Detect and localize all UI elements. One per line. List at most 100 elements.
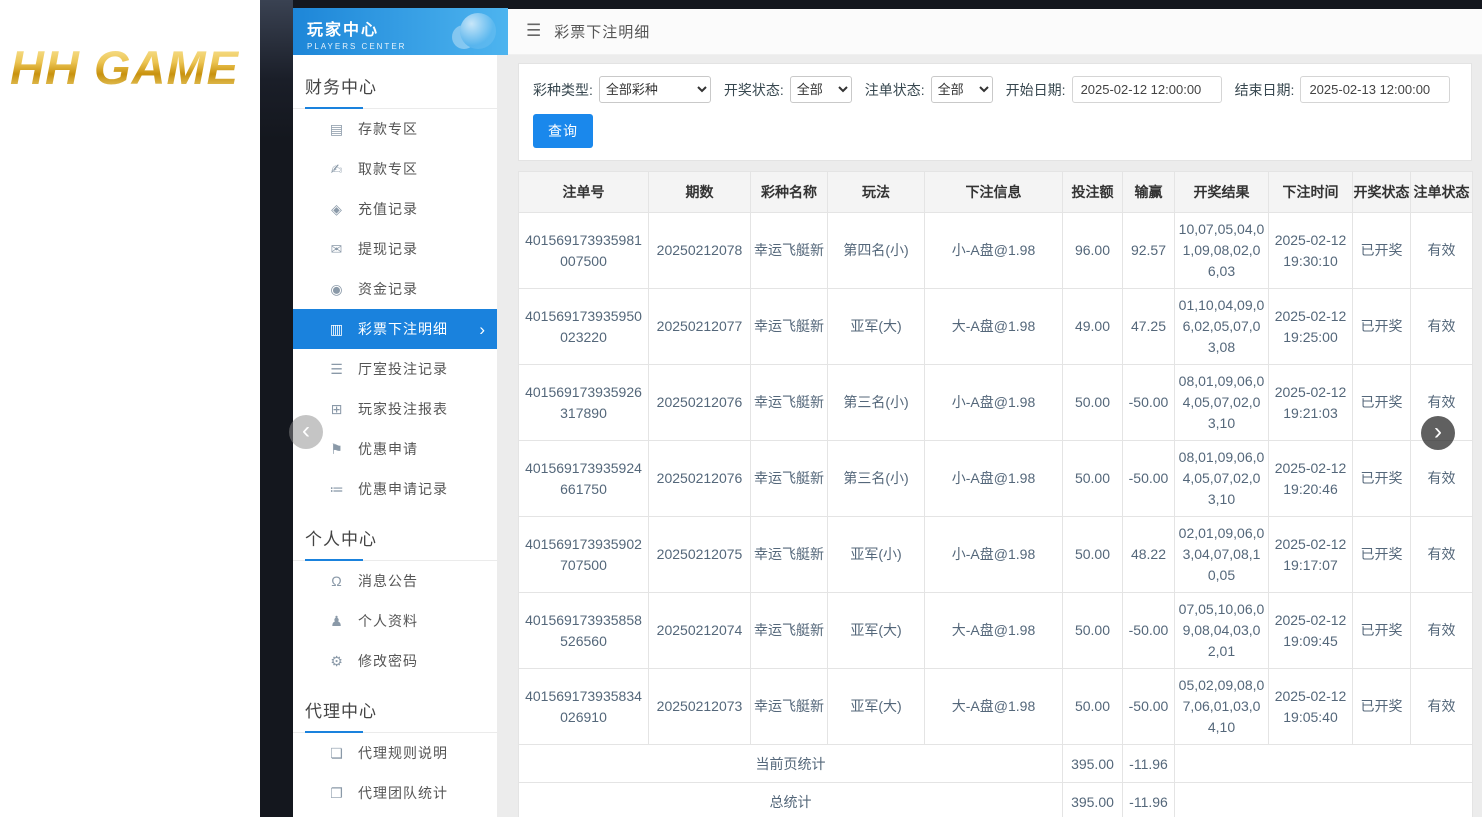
start-date-label: 开始日期: (1006, 80, 1066, 100)
sidebar-item-label: 消息公告 (358, 571, 418, 591)
sidebar-item-change-password[interactable]: ⚙修改密码 (293, 641, 497, 681)
table-cell: 2025-02-12 19:09:45 (1269, 593, 1353, 669)
section-heading: 个人中心 (293, 523, 497, 561)
sidebar-item-funds-records[interactable]: ◉资金记录 (293, 269, 497, 309)
end-date-label: 结束日期: (1235, 80, 1295, 100)
table-cell: 已开奖 (1353, 669, 1411, 745)
table-cell: 亚军(小) (828, 517, 925, 593)
report-icon: ❐ (328, 785, 345, 802)
table-cell: -50.00 (1123, 593, 1175, 669)
withdraw-icon: ✍ (328, 161, 345, 178)
table-cell: 小-A盘@1.98 (925, 365, 1063, 441)
sidebar-item-deposit-zone[interactable]: ▤存款专区 (293, 109, 497, 149)
table-cell: 有效 (1411, 441, 1473, 517)
summary-bet-total: 395.00 (1063, 745, 1123, 783)
table-cell: 50.00 (1063, 669, 1123, 745)
table-cell: 48.22 (1123, 517, 1175, 593)
table-cell: 20250212074 (649, 593, 751, 669)
summary-bet-total: 395.00 (1063, 783, 1123, 817)
table-header-row: 注单号期数彩种名称玩法下注信息投注额输赢开奖结果下注时间开奖状态注单状态 (519, 172, 1473, 213)
table-cell: -50.00 (1123, 365, 1175, 441)
sidebar-item-promo-application[interactable]: ⚑优惠申请 (293, 429, 497, 469)
sidebar-item-label: 优惠申请记录 (358, 479, 448, 499)
sidebar-item-announcements[interactable]: Ω 消息公告 (293, 561, 497, 601)
table-cell: 20250212076 (649, 441, 751, 517)
table-cell: 07,05,10,06,09,08,04,03,02,01 (1175, 593, 1269, 669)
column-header: 下注信息 (925, 172, 1063, 213)
filter-panel: 彩种类型: 全部彩种 开奖状态: 全部 注单状态: 全部 开始日期: 结束日期:… (518, 63, 1472, 161)
sidebar-item-label: 存款专区 (358, 119, 418, 139)
table-cell: 亚军(大) (828, 593, 925, 669)
table-cell: 小-A盘@1.98 (925, 213, 1063, 289)
table-cell: 50.00 (1063, 517, 1123, 593)
sidebar-item-player-bet-report[interactable]: ⊞玩家投注报表 (293, 389, 497, 429)
promo-application-records-icon: ≔ (328, 481, 345, 498)
sidebar-item-lottery-bet-details[interactable]: ▥彩票下注明细› (293, 309, 497, 349)
table-cell: 50.00 (1063, 593, 1123, 669)
table-cell: 亚军(大) (828, 669, 925, 745)
table-cell: 幸运飞艇新 (751, 441, 828, 517)
sidebar-item-label: 充值记录 (358, 199, 418, 219)
table-cell: 第三名(小) (828, 441, 925, 517)
bets-table-foot: 当前页统计395.00-11.96总统计395.00-11.96 (519, 745, 1473, 817)
table-cell: 第四名(小) (828, 213, 925, 289)
table-cell: 幸运飞艇新 (751, 365, 828, 441)
withdrawal-records-icon: ✉ (328, 241, 345, 258)
table-row: 40156917393598100750020250212078幸运飞艇新第四名… (519, 213, 1473, 289)
order-status-label: 注单状态: (865, 80, 925, 100)
sidebar-header: 玩家中心 PLAYERS CENTER (293, 8, 508, 55)
search-button[interactable]: 查询 (533, 114, 593, 148)
table-cell: 亚军(大) (828, 289, 925, 365)
sidebar-item-agent-team-stats[interactable]: ❐代理团队统计 (293, 773, 497, 813)
summary-empty (1175, 783, 1473, 817)
person-icon: ♟ (328, 613, 345, 630)
table-cell: 401569173935981007500 (519, 213, 649, 289)
draw-status-select[interactable]: 全部 (790, 76, 852, 103)
sidebar-item-personal-profile[interactable]: ♟ 个人资料 (293, 601, 497, 641)
table-cell: 2025-02-12 19:30:10 (1269, 213, 1353, 289)
table-cell: 47.25 (1123, 289, 1175, 365)
order-status-select[interactable]: 全部 (931, 76, 993, 103)
table-cell: 幸运飞艇新 (751, 213, 828, 289)
funds-records-icon: ◉ (328, 281, 345, 298)
table-cell: 有效 (1411, 213, 1473, 289)
table-cell: 02,01,09,06,03,04,07,08,10,05 (1175, 517, 1269, 593)
table-cell: 第三名(小) (828, 365, 925, 441)
page-title: 彩票下注明细 (554, 21, 650, 42)
lottery-type-select[interactable]: 全部彩种 (599, 76, 711, 103)
summary-row: 总统计395.00-11.96 (519, 783, 1473, 817)
table-cell: 20250212076 (649, 365, 751, 441)
start-date-input[interactable] (1072, 76, 1222, 103)
sidebar-item-label: 优惠申请 (358, 439, 418, 459)
table-cell: 2025-02-12 19:05:40 (1269, 669, 1353, 745)
bell-icon: Ω (328, 573, 345, 589)
game-ball-icon (460, 13, 496, 49)
table-cell: 20250212077 (649, 289, 751, 365)
table-cell: 有效 (1411, 593, 1473, 669)
table-cell: 20250212075 (649, 517, 751, 593)
table-cell: 幸运飞艇新 (751, 593, 828, 669)
column-header: 玩法 (828, 172, 925, 213)
sidebar-item-recharge-records[interactable]: ◈充值记录 (293, 189, 497, 229)
table-row: 40156917393590270750020250212075幸运飞艇新亚军(… (519, 517, 1473, 593)
sidebar-item-label: 个人资料 (358, 611, 418, 631)
carousel-left-arrow[interactable]: ‹ (289, 415, 323, 449)
sidebar-item-label: 提现记录 (358, 239, 418, 259)
sidebar-item-withdraw-zone[interactable]: ✍取款专区 (293, 149, 497, 189)
section-heading: 代理中心 (293, 695, 497, 733)
sidebar-item-promo-application-records[interactable]: ≔ 优惠申请记录 (293, 469, 497, 509)
carousel-right-arrow[interactable]: › (1421, 416, 1455, 450)
sidebar-item-hall-bet-records[interactable]: ☰厅室投注记录 (293, 349, 497, 389)
hall-bet-records-icon: ☰ (328, 361, 345, 378)
hamburger-icon[interactable]: ☰ (526, 21, 541, 41)
table-row: 40156917393592631789020250212076幸运飞艇新第三名… (519, 365, 1473, 441)
table-cell: 幸运飞艇新 (751, 289, 828, 365)
sidebar-item-withdrawal-records[interactable]: ✉ 提现记录 (293, 229, 497, 269)
player-bet-report-icon: ⊞ (328, 401, 345, 418)
table-cell: 96.00 (1063, 213, 1123, 289)
table-cell: 08,01,09,06,04,05,07,02,03,10 (1175, 441, 1269, 517)
sidebar-item-label: 修改密码 (358, 651, 418, 671)
sidebar-item-agent-rules[interactable]: ❏代理规则说明 (293, 733, 497, 773)
table-cell: 49.00 (1063, 289, 1123, 365)
end-date-input[interactable] (1300, 76, 1450, 103)
